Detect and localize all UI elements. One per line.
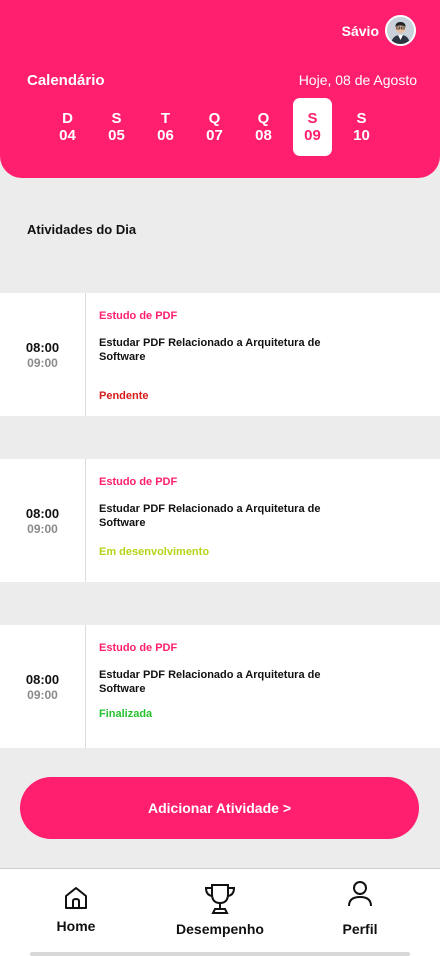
activity-card[interactable]: 08:00 09:00 Estudo de PDF Estudar PDF Relac… (0, 625, 440, 748)
day-04[interactable]: D 04 (48, 98, 87, 156)
user-icon (348, 881, 372, 907)
day-07[interactable]: Q 07 (195, 98, 234, 156)
day-09[interactable]: S 09 (293, 98, 332, 156)
nav-home-label: Home (56, 918, 96, 934)
activity-time: 08:00 09:00 (0, 625, 86, 748)
activity-time: 08:00 09:00 (0, 459, 86, 582)
user-profile[interactable]: Sávio (342, 15, 416, 46)
start-time: 08:00 (25, 339, 60, 355)
day-10[interactable]: S 10 (342, 98, 381, 156)
day-06[interactable]: T 06 (146, 98, 185, 156)
start-time: 08:00 (25, 671, 60, 687)
day-letter: Q (208, 110, 221, 127)
end-time: 09:00 (27, 355, 58, 370)
bottom-navigation: Home Desempenho Perfil (0, 868, 440, 956)
day-letter: Q (257, 110, 270, 127)
end-time: 09:00 (27, 687, 58, 702)
day-number: 07 (206, 127, 223, 144)
activity-category: Estudo de PDF (99, 310, 178, 322)
day-letter: S (356, 110, 367, 127)
activity-category: Estudo de PDF (99, 476, 178, 488)
home-icon (65, 887, 87, 909)
nav-perfil-label: Perfil (342, 921, 378, 937)
start-time: 08:00 (25, 505, 60, 521)
nav-desempenho[interactable]: Desempenho (170, 869, 270, 956)
activity-description: Estudar PDF Relacionado a Arquitetura de… (99, 669, 321, 695)
activity-description: Estudar PDF Relacionado a Arquitetura de… (99, 337, 321, 363)
day-05[interactable]: S 05 (97, 98, 136, 156)
day-number: 08 (255, 127, 272, 144)
day-letter: T (160, 110, 171, 127)
day-number: 10 (353, 127, 370, 144)
day-letter: D (62, 110, 73, 127)
day-08[interactable]: Q 08 (244, 98, 283, 156)
week-day-selector: D 04 S 05 T 06 Q 07 Q 08 S 09 S 10 (48, 98, 391, 156)
day-letter: S (307, 110, 318, 127)
activity-status: Em desenvolvimento (99, 546, 210, 558)
activity-status: Finalizada (99, 708, 153, 720)
add-activity-button[interactable]: Adicionar Atividade > (20, 777, 419, 839)
today-label: Hoje, 08 de Agosto (298, 72, 417, 88)
activity-card[interactable]: 08:00 09:00 Estudo de PDF Estudar PDF Relac… (0, 293, 440, 416)
home-indicator (30, 952, 410, 956)
nav-perfil[interactable]: Perfil (335, 869, 385, 956)
nav-home[interactable]: Home (45, 869, 107, 956)
day-number: 05 (108, 127, 125, 144)
activity-card[interactable]: 08:00 09:00 Estudo de PDF Estudar PDF Relac… (0, 459, 440, 582)
calendar-header: Sávio Calendário Hoje, 08 de Agosto D 04 S… (0, 0, 440, 178)
nav-desempenho-label: Desempenho (176, 921, 264, 937)
calendar-title: Calendário (27, 72, 105, 89)
activity-description: Estudar PDF Relacionado a Arquitetura de… (99, 503, 321, 529)
user-name: Sávio (341, 22, 379, 39)
day-number: 04 (59, 127, 76, 144)
activity-time: 08:00 09:00 (0, 293, 86, 416)
trophy-icon (204, 884, 236, 914)
end-time: 09:00 (27, 521, 58, 536)
section-title: Atividades do Dia (27, 222, 137, 237)
activity-status: Pendente (99, 390, 149, 402)
day-letter: S (111, 110, 122, 127)
day-number: 06 (157, 127, 174, 144)
activity-category: Estudo de PDF (99, 642, 178, 654)
day-number: 09 (304, 127, 321, 144)
avatar[interactable] (385, 15, 416, 46)
